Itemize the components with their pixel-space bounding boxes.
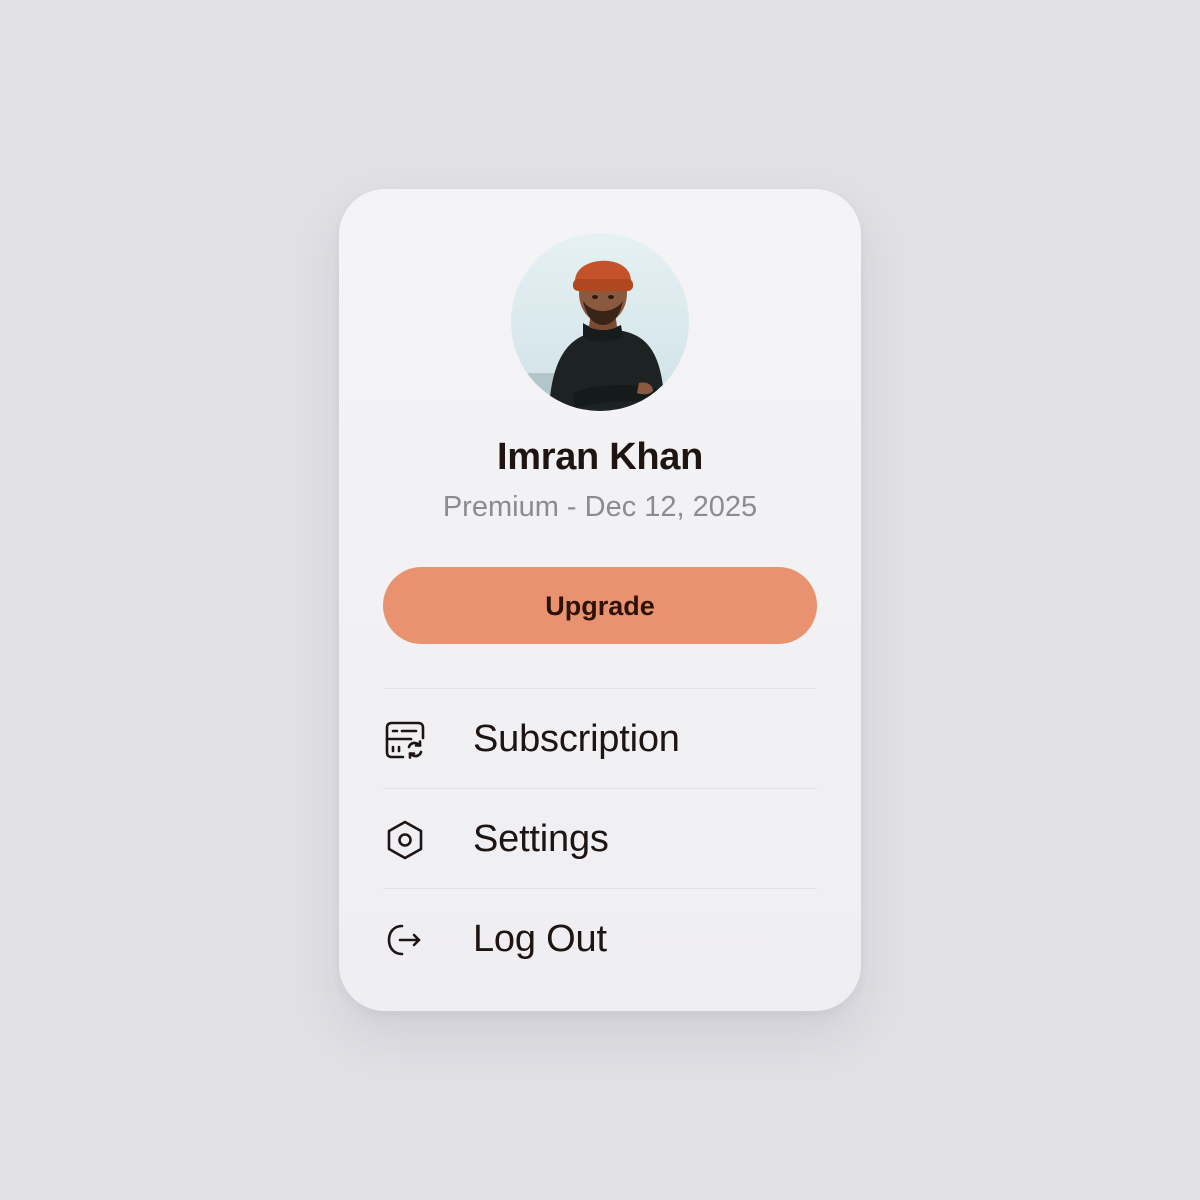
upgrade-button[interactable]: Upgrade (383, 567, 817, 644)
logout-icon (383, 918, 427, 962)
menu-item-label: Log Out (473, 918, 607, 960)
avatar[interactable] (511, 233, 689, 411)
menu-item-logout[interactable]: Log Out (383, 889, 817, 988)
user-name: Imran Khan (496, 436, 704, 478)
subscription-icon (383, 718, 427, 762)
menu-item-subscription[interactable]: Subscription (383, 689, 817, 788)
menu-item-label: Settings (473, 818, 609, 860)
hexagon-settings-icon (383, 818, 427, 862)
profile-photo (511, 233, 689, 411)
menu-item-settings[interactable]: Settings (383, 789, 817, 888)
profile-menu-card: Imran Khan Premium - Dec 12, 2025 Upgrad… (339, 189, 861, 1011)
subscription-status: Premium - Dec 12, 2025 (442, 491, 758, 523)
menu-item-label: Subscription (473, 718, 680, 760)
